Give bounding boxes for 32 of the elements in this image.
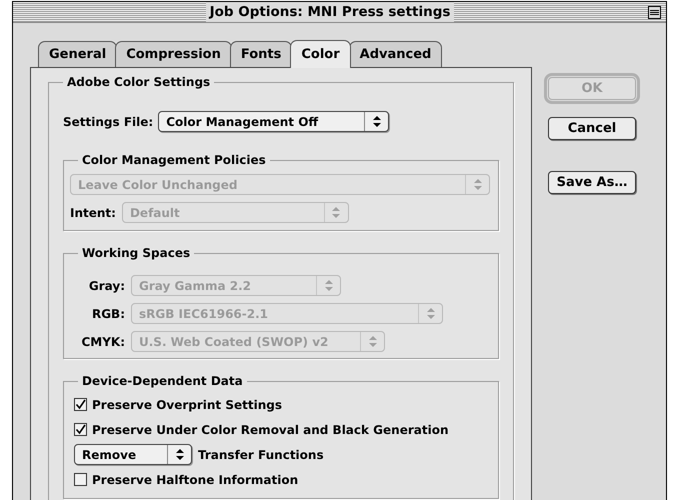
dialog-button[interactable]: Cancel xyxy=(548,117,636,140)
checkbox[interactable] xyxy=(74,423,87,436)
field-label: Gray: xyxy=(88,278,125,295)
tab[interactable]: Advanced xyxy=(348,41,442,68)
tab[interactable]: Fonts xyxy=(230,41,292,68)
checkbox-label: Preserve Overprint Settings xyxy=(92,396,282,414)
field-label: RGB: xyxy=(90,306,125,323)
checkbox-label: Preserve Under Color Removal and Black Generation xyxy=(92,422,449,439)
field-label: CMYK: xyxy=(80,334,125,351)
checkmark-icon xyxy=(75,424,86,436)
tab[interactable]: Compression xyxy=(115,41,232,68)
up-down-arrows-icon xyxy=(372,116,381,128)
up-down-arrows-icon xyxy=(474,179,482,190)
tab[interactable]: Color xyxy=(290,40,351,68)
up-down-arrows-icon xyxy=(332,207,340,218)
up-down-arrows-icon xyxy=(426,308,434,320)
checkbox[interactable] xyxy=(74,398,87,412)
field-label: Transfer Functions xyxy=(198,446,324,464)
up-down-arrows-icon xyxy=(368,336,376,348)
window-title: Job Options: MNI Press settings xyxy=(206,2,454,22)
popup-menu[interactable]: Remove xyxy=(74,444,192,466)
popup-menu[interactable]: Color Management Off xyxy=(158,111,390,132)
tab[interactable]: General xyxy=(38,41,118,68)
checkbox[interactable] xyxy=(74,473,87,486)
checkmark-icon xyxy=(75,399,86,410)
up-down-arrows-icon xyxy=(176,449,184,460)
field-label: Intent: xyxy=(70,204,116,222)
dialog-button[interactable]: Save As… xyxy=(548,171,636,194)
checkbox-label: Preserve Halftone Information xyxy=(92,472,298,489)
field-label: Settings File: xyxy=(63,114,154,131)
collapse-box-icon[interactable] xyxy=(648,6,661,19)
up-down-arrows-icon xyxy=(324,280,332,292)
